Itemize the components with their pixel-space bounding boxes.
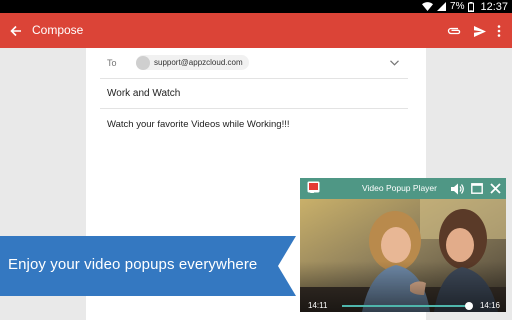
- current-time: 14:11: [308, 301, 328, 310]
- avatar: [136, 55, 150, 70]
- volume-icon: [450, 183, 464, 194]
- subject-field[interactable]: Work and Watch: [107, 88, 180, 99]
- volume-button[interactable]: [450, 181, 465, 196]
- video-frame[interactable]: 14:11 14:16: [300, 199, 506, 312]
- popup-header[interactable]: Video Popup Player: [300, 178, 506, 199]
- window-icon: [470, 183, 483, 194]
- wifi-icon: [422, 2, 434, 11]
- to-label: To: [107, 58, 117, 68]
- fullscreen-button[interactable]: [469, 181, 484, 196]
- overflow-menu-button[interactable]: [489, 21, 509, 41]
- video-fade-overlay: [300, 199, 506, 312]
- battery-percent: 7%: [450, 1, 465, 12]
- attach-button[interactable]: [444, 21, 464, 41]
- page-title: Compose: [32, 23, 84, 37]
- total-time: 14:16: [479, 301, 500, 310]
- divider: [100, 108, 408, 109]
- more-vert-icon: [497, 25, 501, 37]
- popup-title: Video Popup Player: [362, 183, 437, 193]
- body-field[interactable]: Watch your favorite Videos while Working…: [107, 119, 290, 130]
- seek-bar[interactable]: [342, 302, 473, 310]
- attach-icon: [447, 27, 461, 35]
- app-bar: Compose: [0, 13, 512, 48]
- chevron-down-icon: [389, 60, 399, 66]
- close-popup-button[interactable]: [488, 181, 503, 196]
- signal-icon: [437, 2, 447, 11]
- back-button[interactable]: [6, 21, 26, 41]
- recipient-chip[interactable]: support@appzcloud.com: [136, 55, 249, 70]
- send-icon: [474, 25, 486, 37]
- send-button[interactable]: [470, 21, 490, 41]
- seek-thumb[interactable]: [464, 302, 473, 310]
- expand-recipients-button[interactable]: [386, 55, 402, 71]
- recipient-email: support@appzcloud.com: [154, 58, 243, 67]
- promo-banner: Enjoy your video popups everywhere: [0, 236, 296, 296]
- seek-progress: [342, 305, 469, 307]
- divider: [100, 78, 408, 79]
- clock: 12:37: [480, 0, 508, 13]
- arrow-back-icon: [10, 25, 21, 37]
- close-icon: [490, 183, 501, 194]
- video-thumbnail: [300, 199, 506, 312]
- app-logo-icon: [307, 181, 320, 193]
- status-bar: 7% 12:37: [0, 0, 512, 13]
- status-icons: 7% 12:37: [422, 0, 508, 13]
- battery-icon: [468, 1, 475, 12]
- promo-text: Enjoy your video popups everywhere: [8, 256, 258, 273]
- to-row[interactable]: To support@appzcloud.com: [86, 48, 426, 78]
- video-popup-player[interactable]: Video Popup Player 14:11 14:16: [300, 178, 506, 312]
